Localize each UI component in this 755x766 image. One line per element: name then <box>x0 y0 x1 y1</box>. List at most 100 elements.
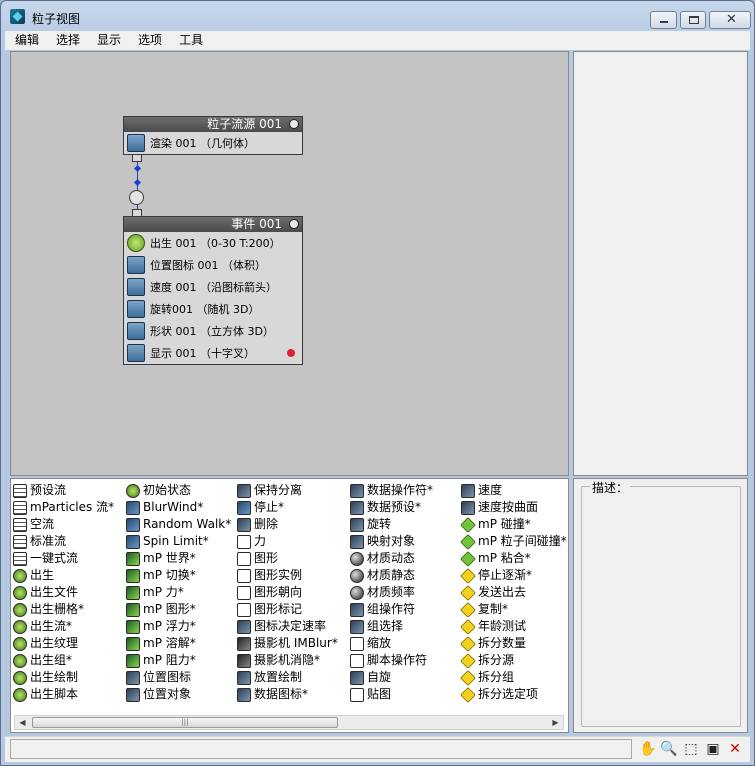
event-node-header[interactable]: 事件 001 <box>124 217 302 232</box>
depot-operator-item[interactable]: mP 浮力* <box>126 618 238 635</box>
operator-row[interactable]: 形状 001 （立方体 3D） <box>124 320 302 342</box>
depot-operator-item[interactable]: 拆分源 <box>460 652 573 669</box>
depot-operator-item[interactable]: 力 <box>237 533 349 550</box>
depot-operator-item[interactable]: 脚本操作符 <box>350 652 462 669</box>
operator-row[interactable]: 出生 001 （0-30 T:200） <box>124 232 302 254</box>
depot-operator-item[interactable]: 数据预设* <box>350 499 462 516</box>
depot-operator-item[interactable]: 图形 <box>237 550 349 567</box>
depot-operator-item[interactable]: 图形朝向 <box>237 584 349 601</box>
depot-operator-item[interactable]: 图标决定速率 <box>237 618 349 635</box>
depot-operator-item[interactable]: mP 溶解* <box>126 635 238 652</box>
depot-operator-item[interactable]: BlurWind* <box>126 499 238 516</box>
depot-operator-item[interactable]: 空流 <box>13 516 125 533</box>
menu-options[interactable]: 选项 <box>128 31 169 50</box>
depot-operator-item[interactable]: 材质动态 <box>350 550 462 567</box>
depot-operator-item[interactable]: 摄影机 IMBlur* <box>237 635 349 652</box>
depot-operator-item[interactable]: 映射对象 <box>350 533 462 550</box>
depot-operator-item[interactable]: 放置绘制 <box>237 669 349 686</box>
pan-hand-icon[interactable]: ✋ <box>639 740 657 758</box>
depot-operator-item[interactable]: mP 粘合* <box>460 550 573 567</box>
menu-tools[interactable]: 工具 <box>169 31 210 50</box>
display-color-swatch[interactable] <box>287 349 295 357</box>
depot-operator-item[interactable]: Spin Limit* <box>126 533 238 550</box>
depot-operator-item[interactable]: 复制* <box>460 601 573 618</box>
zoom-region-icon[interactable]: ⬚ <box>682 740 700 758</box>
depot-operator-item[interactable]: 拆分组 <box>460 669 573 686</box>
depot-operator-item[interactable]: Random Walk* <box>126 516 238 533</box>
wire-junction[interactable] <box>129 190 144 205</box>
depot-operator-item[interactable]: 一键式流 <box>13 550 125 567</box>
depot-operator-item[interactable]: 标准流 <box>13 533 125 550</box>
depot-operator-item[interactable]: 出生脚本 <box>13 686 125 703</box>
depot-horizontal-scrollbar[interactable]: ◀ ||| ▶ <box>14 715 564 730</box>
depot-operator-item[interactable]: mP 阻力* <box>126 652 238 669</box>
depot-operator-item[interactable]: 组操作符 <box>350 601 462 618</box>
menu-select[interactable]: 选择 <box>46 31 87 50</box>
depot-operator-item[interactable]: 自旋 <box>350 669 462 686</box>
depot-operator-item[interactable]: 年龄测试 <box>460 618 573 635</box>
depot-operator-item[interactable]: 材质静态 <box>350 567 462 584</box>
depot-operator-item[interactable]: 拆分选定项 <box>460 686 573 703</box>
menu-display[interactable]: 显示 <box>87 31 128 50</box>
depot-operator-item[interactable]: 删除 <box>237 516 349 533</box>
depot-operator-item[interactable]: 发送出去 <box>460 584 573 601</box>
source-node[interactable]: 粒子流源 001 渲染 001 （几何体） <box>123 116 303 155</box>
operator-row[interactable]: 位置图标 001 （体积） <box>124 254 302 276</box>
operator-row[interactable]: 速度 001 （沿图标箭头） <box>124 276 302 298</box>
depot-operator-item[interactable]: 出生纹理 <box>13 635 125 652</box>
title-bar[interactable]: 粒子视图 ✕ <box>1 1 754 31</box>
zoom-icon[interactable]: 🔍 <box>660 740 678 758</box>
depot-operator-item[interactable]: 数据图标* <box>237 686 349 703</box>
depot-operator-item[interactable]: 摄影机消隐* <box>237 652 349 669</box>
depot-operator-item[interactable]: 位置对象 <box>126 686 238 703</box>
depot-operator-item[interactable]: mParticles 流* <box>13 499 125 516</box>
close-button[interactable]: ✕ <box>709 11 751 29</box>
particle-graph-canvas[interactable]: 粒子流源 001 渲染 001 （几何体） 事件 001 出生 001 （0-3… <box>10 51 569 476</box>
depot-operator-item[interactable]: 出生文件 <box>13 584 125 601</box>
depot-operator-item[interactable]: 出生 <box>13 567 125 584</box>
depot-operator-item[interactable]: 材质频率 <box>350 584 462 601</box>
depot-operator-item[interactable]: 数据操作符* <box>350 482 462 499</box>
no-zoom-icon[interactable]: ✕ <box>726 740 744 758</box>
depot-operator-item[interactable]: 速度 <box>461 482 573 499</box>
depot-operator-item[interactable]: 停止* <box>237 499 349 516</box>
depot-operator-item[interactable]: 初始状态 <box>126 482 238 499</box>
depot-operator-item[interactable]: 组选择 <box>350 618 462 635</box>
depot-operator-item[interactable]: 出生流* <box>13 618 125 635</box>
depot-operator-item[interactable]: 停止逐渐* <box>460 567 573 584</box>
depot-operator-item[interactable]: mP 图形* <box>126 601 238 618</box>
node-toggle-bulb-icon[interactable] <box>289 119 299 129</box>
source-node-header[interactable]: 粒子流源 001 <box>124 117 302 132</box>
depot-operator-item[interactable]: 缩放 <box>350 635 462 652</box>
operator-row[interactable]: 旋转001 （随机 3D） <box>124 298 302 320</box>
depot-operator-item[interactable]: 位置图标 <box>126 669 238 686</box>
scroll-right-icon[interactable]: ▶ <box>548 716 563 729</box>
depot-operator-item[interactable]: 出生绘制 <box>13 669 125 686</box>
depot-operator-item[interactable]: 图形标记 <box>237 601 349 618</box>
depot-operator-item[interactable]: 旋转 <box>350 516 462 533</box>
depot-operator-item[interactable]: 拆分数量 <box>460 635 573 652</box>
depot-operator-item[interactable]: 预设流 <box>13 482 125 499</box>
depot-operator-item[interactable]: mP 世界* <box>126 550 238 567</box>
depot-operator-item[interactable]: 保持分离 <box>237 482 349 499</box>
depot-operator-item[interactable]: 速度按曲面 <box>461 499 573 516</box>
menu-edit[interactable]: 编辑 <box>5 31 46 50</box>
depot-operator-item[interactable]: 图形实例 <box>237 567 349 584</box>
zoom-extents-icon[interactable]: ▣ <box>704 740 722 758</box>
depot-operator-item[interactable]: mP 碰撞* <box>460 516 573 533</box>
maximize-button[interactable] <box>680 11 706 29</box>
minimize-button[interactable] <box>650 11 677 29</box>
depot-operator-item[interactable]: mP 切换* <box>126 567 238 584</box>
depot-operator-item[interactable]: mP 粒子间碰撞* <box>460 533 573 550</box>
operator-row[interactable]: 渲染 001 （几何体） <box>124 132 302 154</box>
depot-operator-item[interactable]: 出生栅格* <box>13 601 125 618</box>
scroll-left-icon[interactable]: ◀ <box>15 716 30 729</box>
depot-operator-item[interactable]: 贴图 <box>350 686 462 703</box>
output-port[interactable] <box>132 154 142 162</box>
node-toggle-bulb-icon[interactable] <box>289 219 299 229</box>
depot-operator-item[interactable]: 出生组* <box>13 652 125 669</box>
operator-row[interactable]: 显示 001 （十字叉） <box>124 342 302 364</box>
event-node[interactable]: 事件 001 出生 001 （0-30 T:200） 位置图标 001 （体积）… <box>123 216 303 365</box>
depot-operator-item[interactable]: mP 力* <box>126 584 238 601</box>
scroll-thumb[interactable]: ||| <box>32 717 338 728</box>
